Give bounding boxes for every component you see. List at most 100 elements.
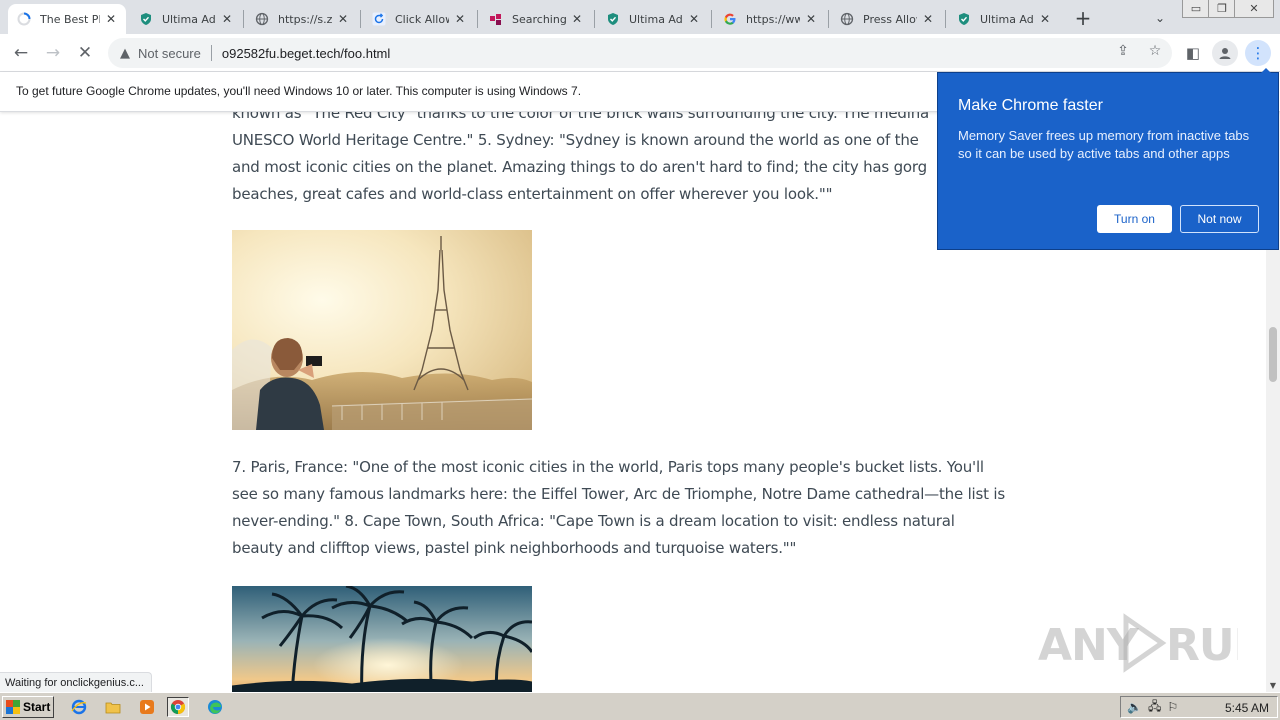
paris-eiffel-tower-image [232, 230, 532, 430]
tab-title: https://s.zi [278, 12, 332, 26]
scrollbar-thumb[interactable] [1269, 327, 1277, 382]
popup-pointer [1258, 68, 1274, 76]
loading-spinner-icon [16, 11, 32, 27]
file-explorer-folder-icon[interactable] [102, 697, 124, 717]
palm-trees-sunset-image [232, 586, 532, 692]
close-icon[interactable]: ✕ [570, 12, 584, 26]
tab-separator [828, 10, 829, 28]
chrome-menu-kebab-icon[interactable]: ⋮ [1245, 40, 1271, 66]
text-line: beaches, great cafes and world-class ent… [232, 185, 833, 203]
infobar-text: To get future Google Chrome updates, you… [16, 84, 582, 98]
tab-separator [594, 10, 595, 28]
back-arrow-icon[interactable]: ← [8, 40, 34, 66]
text-line: beauty and clifftop views, pastel pink n… [232, 539, 797, 557]
not-secure-label[interactable]: Not secure [138, 46, 201, 61]
tab-8[interactable]: Press Allow ✕ [831, 4, 943, 34]
svg-text:RUN: RUN [1166, 620, 1238, 671]
close-icon[interactable]: ✕ [453, 12, 467, 26]
tab-6[interactable]: Ultima AdBl ✕ [597, 4, 709, 34]
browser-toolbar: ← → ✕ ▲ Not secure o92582fu.beget.tech/f… [0, 34, 1280, 72]
google-icon [722, 11, 738, 27]
text-line: and most iconic cities on the planet. Am… [232, 158, 927, 176]
system-tray: 🔈 🖧 ⚐ 5:45 AM [1120, 696, 1278, 718]
tab-search-chevron-icon[interactable]: ⌄ [1150, 8, 1170, 28]
memory-saver-promo: Make Chrome faster Memory Saver frees up… [937, 72, 1279, 250]
restore-button[interactable]: ❐ [1208, 0, 1236, 18]
tab-title: Ultima AdBl [162, 12, 216, 26]
colored-squares-icon [488, 11, 504, 27]
chrome-taskbar-icon[interactable] [167, 697, 189, 717]
address-divider [210, 45, 212, 61]
turn-on-button[interactable]: Turn on [1097, 205, 1172, 233]
scroll-down-arrow-icon[interactable]: ▼ [1266, 678, 1280, 692]
tab-strip: The Best Pl ✕ Ultima AdBl ✕ https://s.zi… [0, 0, 1280, 34]
tab-separator [477, 10, 478, 28]
tab-9[interactable]: Ultima AdBl ✕ [948, 4, 1060, 34]
globe-icon [254, 11, 270, 27]
tab-title: Press Allow [863, 12, 917, 26]
loading-status-bubble: Waiting for onclickgenius.c... [0, 672, 152, 692]
refresh-icon [371, 11, 387, 27]
article-paragraph-1: known as "The Red City" thanks to the co… [232, 112, 1032, 208]
close-icon[interactable]: ✕ [921, 12, 935, 26]
tab-separator [360, 10, 361, 28]
globe-icon [839, 11, 855, 27]
text-line: 7. Paris, France: "One of the most iconi… [232, 458, 984, 476]
tab-4[interactable]: Click Allow ✕ [363, 4, 475, 34]
tab-1[interactable]: The Best Pl ✕ [8, 4, 126, 34]
media-player-icon[interactable] [136, 697, 158, 717]
internet-explorer-icon[interactable] [68, 697, 90, 717]
action-center-flag-icon[interactable]: ⚐ [1167, 700, 1178, 714]
start-button[interactable]: Start [2, 696, 54, 718]
share-icon[interactable]: ⇪ [1114, 43, 1132, 59]
tab-5[interactable]: Searching f ✕ [480, 4, 592, 34]
anyrun-watermark-logo: ANY RUN [1038, 608, 1238, 678]
close-icon[interactable]: ✕ [687, 12, 701, 26]
side-panel-icon[interactable]: ◧ [1180, 40, 1206, 66]
stop-loading-icon[interactable]: ✕ [72, 40, 98, 66]
text-line: known as "The Red City" thanks to the co… [232, 112, 929, 122]
close-icon[interactable]: ✕ [1038, 12, 1052, 26]
new-tab-button[interactable]: + [1072, 6, 1094, 30]
tab-separator [711, 10, 712, 28]
close-icon[interactable]: ✕ [104, 12, 118, 26]
minimize-button[interactable]: ▭ [1182, 0, 1210, 18]
popup-body: Memory Saver frees up memory from inacti… [958, 128, 1250, 161]
tab-separator [243, 10, 244, 28]
not-now-button[interactable]: Not now [1180, 205, 1259, 233]
close-icon[interactable]: ✕ [220, 12, 234, 26]
taskbar-clock[interactable]: 5:45 AM [1225, 701, 1269, 715]
close-icon[interactable]: ✕ [336, 12, 350, 26]
tab-title: Click Allow [395, 12, 449, 26]
tab-title: https://ww [746, 12, 800, 26]
popup-title: Make Chrome faster [958, 97, 1103, 114]
address-bar[interactable]: ▲ Not secure o92582fu.beget.tech/foo.htm… [108, 38, 1172, 68]
close-icon[interactable]: ✕ [804, 12, 818, 26]
shield-icon [956, 11, 972, 27]
edge-icon[interactable] [204, 697, 226, 717]
tab-2[interactable]: Ultima AdBl ✕ [130, 4, 242, 34]
tab-title: Searching f [512, 12, 566, 26]
shield-icon [138, 11, 154, 27]
forward-arrow-icon[interactable]: → [40, 40, 66, 66]
text-line: UNESCO World Heritage Centre." 5. Sydney… [232, 131, 919, 149]
tab-7[interactable]: https://ww ✕ [714, 4, 826, 34]
speaker-icon[interactable]: 🔈 [1127, 700, 1142, 714]
tab-title: The Best Pl [40, 12, 100, 26]
text-line: see so many famous landmarks here: the E… [232, 485, 1005, 503]
shield-icon [605, 11, 621, 27]
windows-taskbar: Start 🔈 🖧 ⚐ 5:45 AM [0, 692, 1280, 720]
warning-triangle-icon[interactable]: ▲ [120, 46, 130, 61]
url-text[interactable]: o92582fu.beget.tech/foo.html [222, 46, 390, 61]
bookmark-star-icon[interactable]: ☆ [1146, 43, 1164, 59]
tab-title: Ultima AdBl [980, 12, 1034, 26]
windows-logo-icon [6, 700, 20, 714]
profile-avatar-icon[interactable] [1212, 40, 1238, 66]
close-window-button[interactable]: ✕ [1234, 0, 1274, 18]
text-line: never-ending." 8. Cape Town, South Afric… [232, 512, 955, 530]
tab-title: Ultima AdBl [629, 12, 683, 26]
article-paragraph-2: 7. Paris, France: "One of the most iconi… [232, 454, 1032, 562]
network-icon[interactable]: 🖧 [1148, 697, 1161, 718]
tab-3[interactable]: https://s.zi ✕ [246, 4, 358, 34]
start-label: Start [23, 700, 51, 714]
